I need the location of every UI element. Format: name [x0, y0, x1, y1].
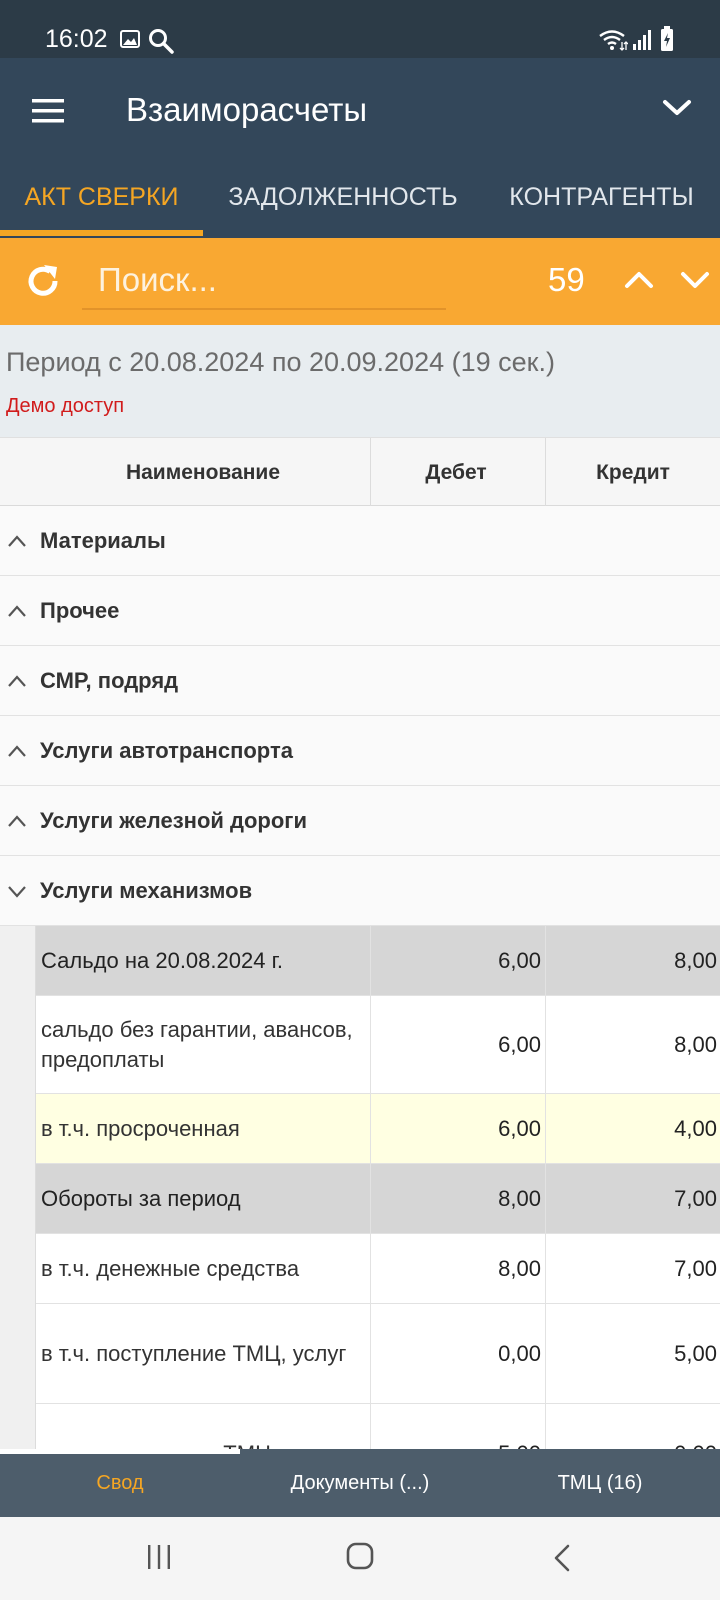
row-name: сальдо без гарантии, авансов, предоплаты: [41, 1016, 353, 1072]
tab-label: КОНТРАГЕНТЫ: [509, 183, 694, 211]
system-navigation-bar: [0, 1517, 720, 1600]
status-time: 16:02: [45, 25, 108, 53]
refresh-icon[interactable]: [24, 262, 62, 300]
tab-counterparties[interactable]: КОНТРАГЕНТЫ: [483, 182, 720, 238]
chevron-up-icon[interactable]: [7, 604, 27, 618]
table-header: Наименование Дебет Кредит: [0, 437, 720, 507]
table-row[interactable]: в т.ч. денежные средства 8,00 7,00: [36, 1234, 720, 1304]
signal-icon: [633, 30, 651, 50]
period-panel: Период с 20.08.2024 по 20.09.2024 (19 се…: [0, 325, 720, 437]
bottom-tab-summary[interactable]: Свод: [0, 1449, 240, 1517]
table-row[interactable]: сальдо без гарантии, авансов, предоплаты…: [36, 996, 720, 1094]
status-bar: 16:02: [0, 0, 720, 58]
group-label: Услуги железной дороги: [40, 808, 307, 833]
row-name: Сальдо на 20.08.2024 г.: [41, 947, 284, 973]
row-debit: 6,00: [498, 1115, 541, 1141]
header-debit: Дебет: [425, 460, 487, 484]
tab-label: АКТ СВЕРКИ: [24, 183, 179, 211]
group-row-machinery[interactable]: Услуги механизмов: [0, 856, 720, 926]
row-name: в т.ч. денежные средства: [41, 1255, 300, 1281]
row-debit: 6,00: [498, 947, 541, 973]
wifi-icon: [599, 30, 628, 51]
row-debit: 5,00: [371, 1404, 541, 1450]
row-credit: 8,00: [674, 1031, 717, 1057]
chevron-up-icon[interactable]: [7, 744, 27, 758]
period-text: Период с 20.08.2024 по 20.09.2024 (19 се…: [6, 347, 555, 377]
group-label: Услуги механизмов: [40, 878, 253, 903]
group-row-other[interactable]: Прочее: [0, 576, 720, 646]
reconciliation-table[interactable]: Наименование Дебет Кредит Материалы Проч…: [0, 437, 720, 1449]
group-label: Услуги автотранспорта: [40, 738, 293, 763]
row-debit: 0,00: [498, 1340, 541, 1366]
bottom-tab-bar: Свод Документы (...) ТМЦ (16): [0, 1449, 720, 1517]
group-row-auto-transport[interactable]: Услуги автотранспорта: [0, 716, 720, 786]
tab-debt[interactable]: ЗАДОЛЖЕННОСТЬ: [203, 182, 483, 238]
table-row[interactable]: Сальдо на 20.08.2024 г. 6,00 8,00: [36, 926, 720, 996]
active-tab-indicator: [0, 230, 203, 236]
recent-apps-icon[interactable]: [145, 1543, 173, 1571]
row-credit: 5,00: [674, 1340, 717, 1366]
chevron-up-icon[interactable]: [7, 674, 27, 688]
battery-icon: [661, 26, 673, 51]
menu-icon[interactable]: [28, 96, 68, 126]
table-row[interactable]: Обороты за период 8,00 7,00: [36, 1164, 720, 1234]
back-icon[interactable]: [552, 1543, 572, 1573]
table-row[interactable]: в т.ч. поступление ТМЦ, услуг 0,00 5,00: [36, 1304, 720, 1404]
search-input[interactable]: [82, 252, 446, 310]
bottom-tab-documents[interactable]: Документы (...): [240, 1449, 480, 1517]
app-title: Взаиморасчеты: [126, 91, 368, 128]
row-name: в т.ч. поступление ТМЦ, услуг: [41, 1340, 347, 1366]
group-label: СМР, подряд: [40, 668, 179, 693]
row-name: Обороты за период: [41, 1185, 241, 1211]
header-name: Наименование: [125, 460, 281, 484]
gallery-icon: [120, 30, 140, 48]
chevron-up-icon[interactable]: [7, 534, 27, 548]
chevron-up-icon[interactable]: [624, 268, 654, 290]
bottom-tab-inventory[interactable]: ТМЦ (16): [480, 1449, 720, 1517]
chevron-down-icon[interactable]: [662, 98, 692, 118]
row-credit: 4,00: [674, 1115, 717, 1141]
row-credit: 0,00: [541, 1404, 717, 1450]
search-icon: [149, 29, 174, 54]
demo-access-label: Демо доступ: [6, 395, 125, 417]
chevron-down-icon[interactable]: [680, 270, 710, 292]
search-bar: 59: [0, 238, 720, 325]
group-row-materials[interactable]: Материалы: [0, 506, 720, 576]
row-debit: 8,00: [498, 1255, 541, 1281]
table-row[interactable]: в т.ч. реализация ТМЦ, 5,00 0,00: [36, 1404, 720, 1449]
search-result-count: 59: [548, 261, 585, 298]
row-credit: 7,00: [674, 1255, 717, 1281]
app-bar: Взаиморасчеты АКТ СВЕРКИ ЗАДОЛЖЕННОСТЬ К…: [0, 58, 720, 238]
home-icon[interactable]: [345, 1541, 375, 1571]
table-row[interactable]: в т.ч. просроченная 6,00 4,00: [36, 1094, 720, 1164]
tab-label: ЗАДОЛЖЕННОСТЬ: [228, 183, 458, 211]
group-label: Материалы: [40, 528, 166, 553]
row-credit: 8,00: [674, 947, 717, 973]
row-name: в т.ч. реализация ТМЦ,: [41, 1404, 361, 1450]
chevron-up-icon[interactable]: [7, 814, 27, 828]
chevron-down-icon[interactable]: [7, 884, 27, 898]
row-name: в т.ч. просроченная: [41, 1115, 240, 1141]
group-row-construction[interactable]: СМР, подряд: [0, 646, 720, 716]
row-debit: 6,00: [498, 1031, 541, 1057]
row-debit: 8,00: [498, 1185, 541, 1211]
group-row-railway[interactable]: Услуги железной дороги: [0, 786, 720, 856]
row-credit: 7,00: [674, 1185, 717, 1211]
header-credit: Кредит: [596, 460, 670, 484]
group-label: Прочее: [40, 598, 120, 623]
